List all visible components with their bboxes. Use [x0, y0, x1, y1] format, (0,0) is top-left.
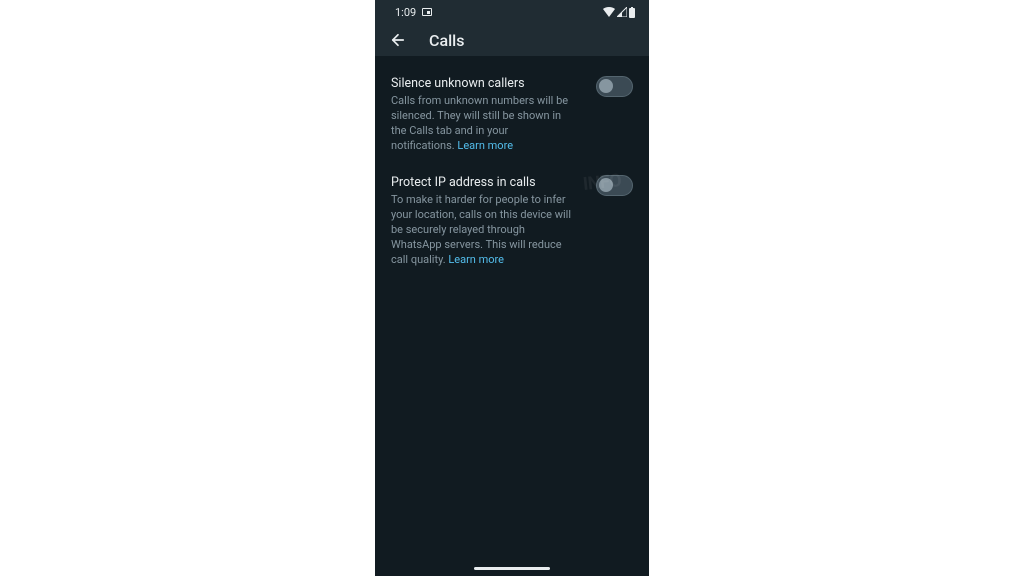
status-left: 1:09: [395, 6, 432, 19]
setting-title: Protect IP address in calls: [391, 175, 571, 190]
notification-icon: [422, 8, 432, 16]
back-icon[interactable]: [389, 31, 407, 49]
setting-description: Calls from unknown numbers will be silen…: [391, 94, 571, 153]
battery-icon: [629, 7, 635, 18]
signal-icon: [617, 7, 627, 17]
page-title: Calls: [429, 31, 464, 50]
toggle-protect-ip[interactable]: [596, 175, 633, 196]
setting-silence-unknown[interactable]: Silence unknown callers Calls from unkno…: [391, 66, 633, 165]
learn-more-link[interactable]: Learn more: [448, 253, 504, 266]
settings-list: Silence unknown callers Calls from unkno…: [375, 56, 649, 280]
setting-title: Silence unknown callers: [391, 76, 571, 91]
status-bar: 1:09: [375, 0, 649, 24]
phone-screen: 1:09 Calls Silence unknown callers Calls…: [375, 0, 649, 576]
setting-text: Protect IP address in calls To make it h…: [391, 175, 571, 267]
status-right: [603, 7, 635, 18]
wifi-icon: [603, 7, 615, 17]
status-time: 1:09: [395, 6, 416, 19]
toggle-silence-unknown[interactable]: [596, 76, 633, 97]
app-bar: Calls: [375, 24, 649, 56]
setting-text: Silence unknown callers Calls from unkno…: [391, 76, 571, 153]
home-indicator[interactable]: [474, 567, 550, 570]
setting-protect-ip[interactable]: Protect IP address in calls To make it h…: [391, 165, 633, 279]
setting-description: To make it harder for people to infer yo…: [391, 193, 571, 267]
learn-more-link[interactable]: Learn more: [457, 139, 513, 152]
